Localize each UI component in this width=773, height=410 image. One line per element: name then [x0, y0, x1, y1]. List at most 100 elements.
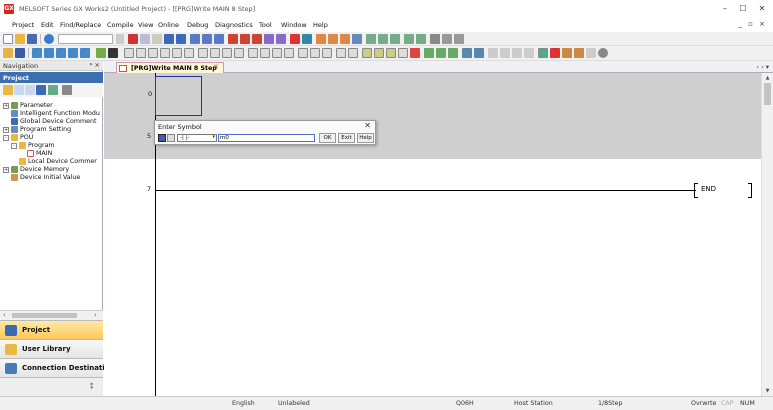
watch-icon[interactable] — [264, 34, 274, 44]
rising-pulse-icon[interactable] — [248, 48, 258, 58]
cross-ref-window-icon[interactable] — [44, 48, 54, 58]
replace-device-icon[interactable] — [390, 34, 400, 44]
new-project-icon[interactable] — [3, 34, 13, 44]
nav-copy-icon[interactable] — [14, 85, 24, 95]
navigation-window-icon[interactable] — [15, 48, 25, 58]
copy-icon[interactable] — [140, 34, 150, 44]
save-project-icon[interactable] — [27, 34, 37, 44]
convert-icon[interactable] — [424, 48, 434, 58]
project-view-icon[interactable] — [3, 48, 13, 58]
toolbar-customize-icon[interactable] — [454, 34, 464, 44]
buffer-memory-icon[interactable] — [302, 34, 312, 44]
menu-compile[interactable]: Compile — [107, 21, 134, 29]
chevron-down-icon[interactable]: ▾ — [212, 134, 215, 140]
output-window-icon[interactable] — [32, 48, 42, 58]
coil-icon[interactable] — [172, 48, 182, 58]
symbol-option-icon[interactable] — [167, 134, 175, 142]
zoom-in-icon[interactable] — [524, 48, 534, 58]
find-icon[interactable] — [598, 48, 608, 58]
symbol-type-select[interactable]: -| |- ▾ — [177, 134, 217, 142]
device-display-icon[interactable] — [512, 48, 522, 58]
line-drawing-icon[interactable] — [336, 48, 346, 58]
menu-help[interactable]: Help — [313, 21, 328, 29]
tab-close-icon[interactable]: ✕ — [213, 63, 219, 71]
close-button[interactable]: ✕ — [755, 3, 769, 15]
verify-plc-icon[interactable] — [214, 34, 224, 44]
menu-find-replace[interactable]: Find/Replace — [60, 21, 101, 29]
delete-horizontal-line-icon[interactable] — [222, 48, 232, 58]
menu-debug[interactable]: Debug — [187, 21, 208, 29]
read-from-plc-icon[interactable] — [202, 34, 212, 44]
cross-reference-icon[interactable] — [352, 34, 362, 44]
operation-result-rising-icon[interactable] — [310, 48, 320, 58]
scroll-down-icon[interactable]: ▼ — [762, 386, 773, 396]
nav-connection-destination-button[interactable]: Connection Destination — [0, 358, 115, 377]
operation-result-falling-icon[interactable] — [322, 48, 332, 58]
falling-pulse-icon[interactable] — [260, 48, 270, 58]
redo-icon[interactable] — [176, 34, 186, 44]
symbol-list-icon[interactable] — [158, 134, 166, 142]
horizontal-line-icon[interactable] — [198, 48, 208, 58]
help-icon[interactable] — [44, 34, 54, 44]
undo-icon[interactable] — [164, 34, 174, 44]
find-device-icon[interactable] — [378, 34, 388, 44]
parallel-open-contact-icon[interactable] — [148, 48, 158, 58]
help-button[interactable]: Help — [357, 133, 374, 143]
menu-view[interactable]: View — [138, 21, 153, 29]
tab-scroll-icon[interactable]: ‹ › ▾ — [756, 63, 769, 71]
watch-window-icon[interactable] — [68, 48, 78, 58]
open-contact-icon[interactable] — [124, 48, 134, 58]
symbol-device-input[interactable] — [218, 134, 315, 142]
menu-edit[interactable]: Edit — [41, 21, 54, 29]
read-mode-icon[interactable] — [462, 48, 472, 58]
structure-icon[interactable] — [574, 48, 584, 58]
nav-new-data-icon[interactable] — [3, 85, 13, 95]
device-list-window-icon[interactable] — [56, 48, 66, 58]
dropdown-box-icon[interactable] — [58, 34, 113, 44]
ladder-options-icon[interactable] — [538, 48, 548, 58]
menu-window[interactable]: Window — [281, 21, 307, 29]
simulation-start-icon[interactable] — [316, 34, 326, 44]
label-setting-icon[interactable] — [550, 48, 560, 58]
nav-tree-options-icon[interactable] — [62, 85, 72, 95]
stop-icon[interactable] — [410, 48, 420, 58]
tree-expander-icon[interactable]: + — [3, 103, 9, 109]
nav-property-icon[interactable] — [36, 85, 46, 95]
diagnostics-icon[interactable] — [290, 34, 300, 44]
minimize-button[interactable]: – — [718, 3, 732, 15]
editor-vertical-scrollbar[interactable]: ▲ ▼ — [761, 73, 773, 396]
parallel-close-contact-icon[interactable] — [160, 48, 170, 58]
scroll-left-icon[interactable]: ‹ — [3, 311, 6, 319]
maximize-button[interactable]: ☐ — [736, 3, 750, 15]
dialog-close-icon[interactable]: ✕ — [364, 121, 371, 130]
dropdown-arrow-icon[interactable] — [116, 34, 124, 44]
paste-icon[interactable] — [152, 34, 162, 44]
scroll-thumb[interactable] — [12, 313, 77, 318]
vertical-line-icon[interactable] — [210, 48, 220, 58]
toolbar-options-icon[interactable] — [430, 34, 440, 44]
mdi-window-controls[interactable]: _ ▫ × — [738, 20, 767, 28]
monitor-start-icon[interactable] — [228, 34, 238, 44]
scroll-up-icon[interactable]: ▲ — [762, 73, 773, 83]
open-project-icon[interactable] — [15, 34, 25, 44]
note-edit-icon[interactable] — [386, 48, 396, 58]
end-instruction[interactable]: END — [701, 185, 716, 193]
comment-edit-icon[interactable] — [362, 48, 372, 58]
line-delete-icon[interactable] — [348, 48, 358, 58]
ladder-cursor[interactable] — [155, 76, 202, 116]
tree-expander-icon[interactable]: - — [11, 143, 17, 149]
scroll-right-icon[interactable]: › — [94, 311, 97, 319]
menu-project[interactable]: Project — [12, 21, 34, 29]
navigation-pin-close-icon[interactable]: ᵖ × — [90, 61, 100, 69]
library-icon[interactable] — [586, 48, 596, 58]
nav-paste-icon[interactable] — [25, 85, 35, 95]
device-list-icon[interactable] — [366, 34, 376, 44]
close-contact-icon[interactable] — [136, 48, 146, 58]
navigation-horizontal-scrollbar[interactable]: ‹ › — [0, 310, 103, 320]
toolbar-more-icon[interactable] — [442, 34, 452, 44]
scroll-thumb[interactable] — [764, 83, 771, 105]
menu-diagnostics[interactable]: Diagnostics — [215, 21, 253, 29]
zoom-icon[interactable] — [96, 48, 106, 58]
find-window-icon[interactable] — [80, 48, 90, 58]
invert-icon[interactable] — [298, 48, 308, 58]
